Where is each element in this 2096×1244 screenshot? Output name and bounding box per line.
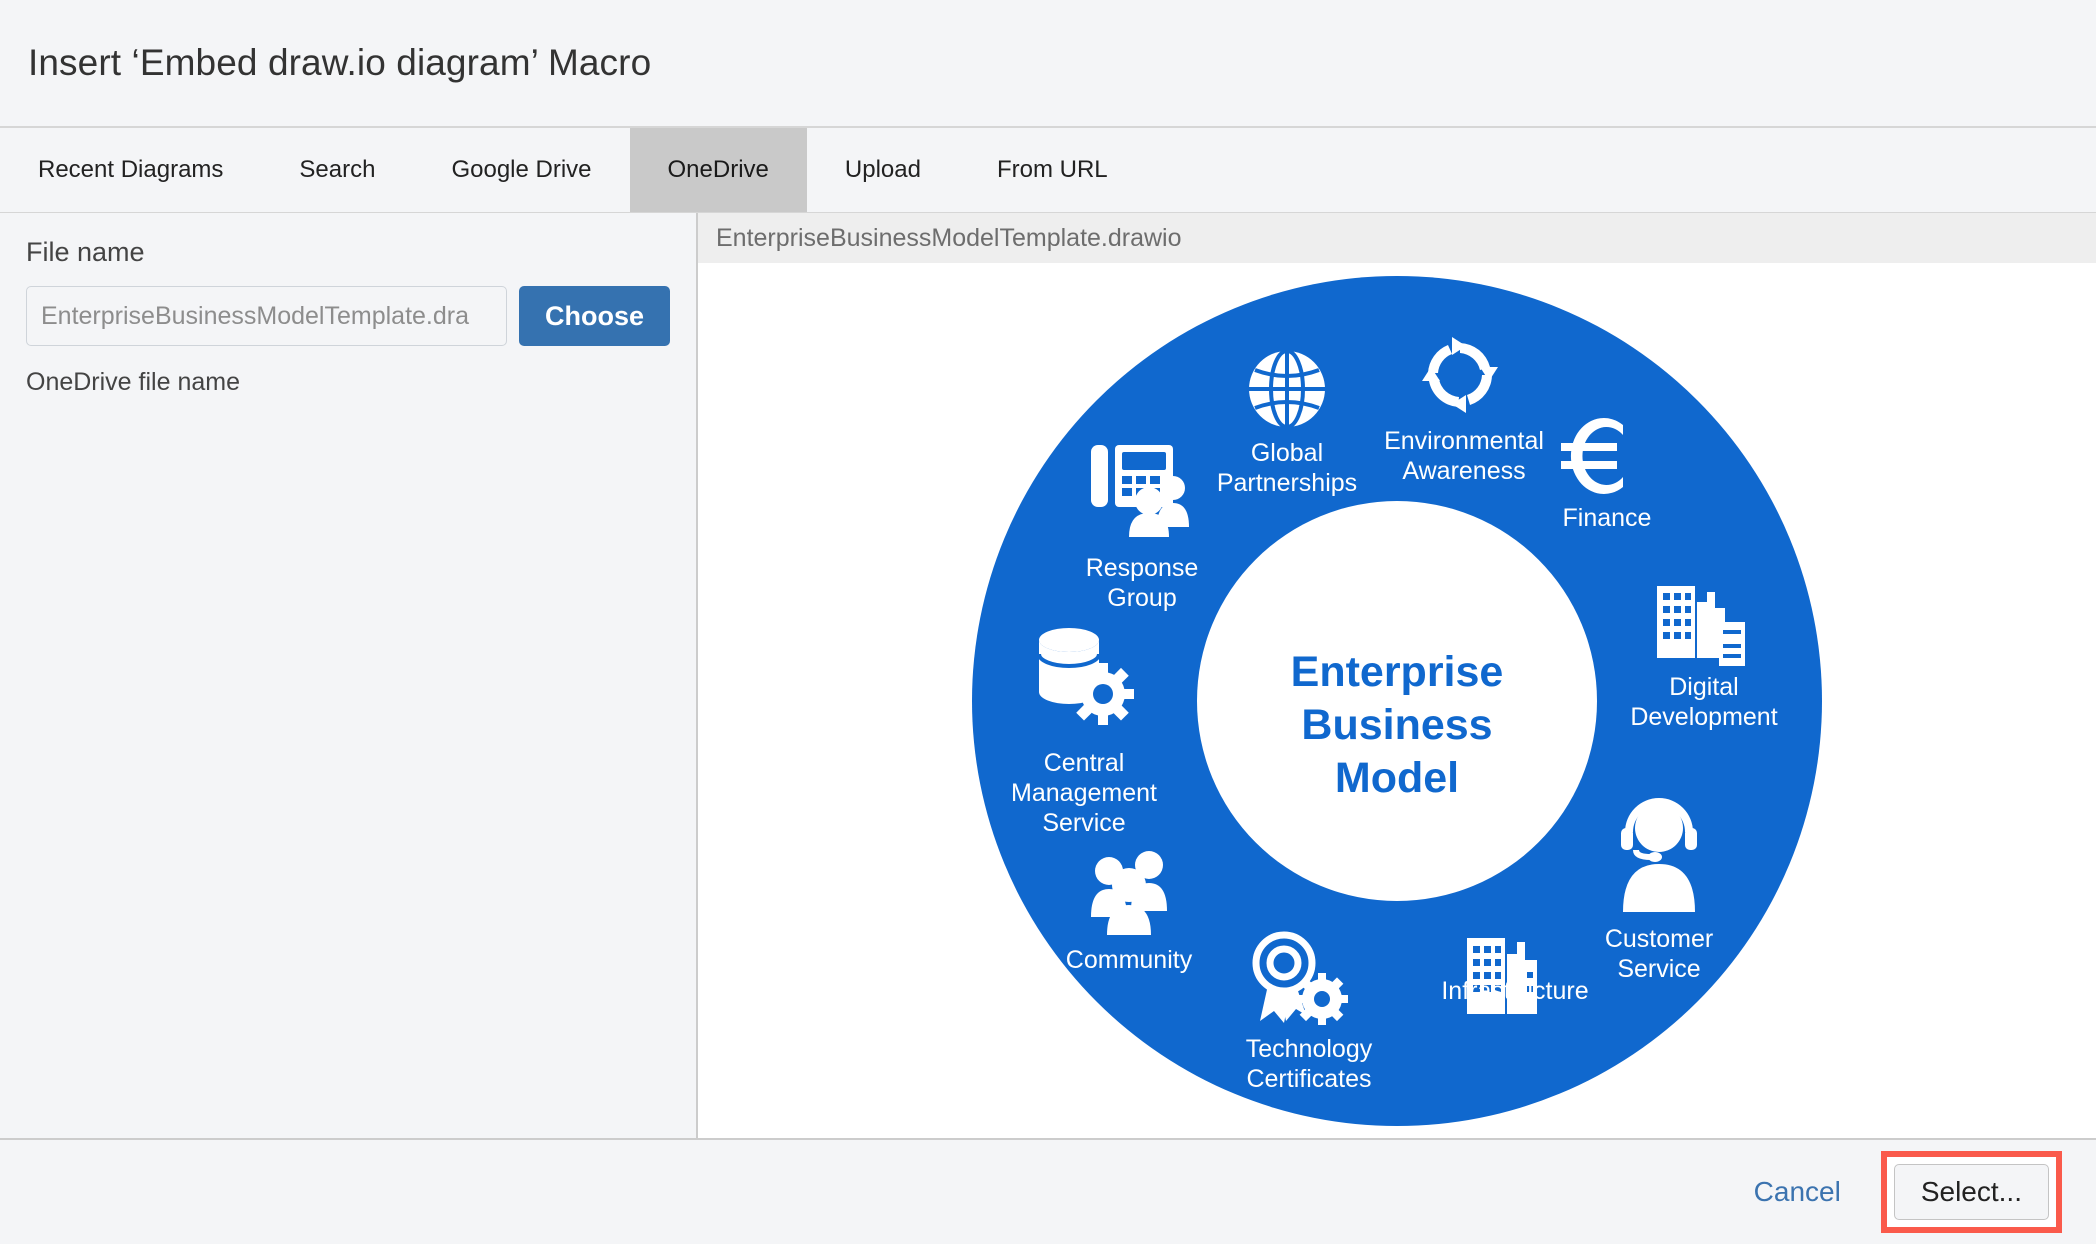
- label-finance: Finance: [1563, 504, 1652, 532]
- dialog-body: File name Choose OneDrive file name Ente…: [0, 212, 2096, 1140]
- tab-from-url[interactable]: From URL: [959, 128, 1146, 212]
- label-central-1: Central: [1044, 749, 1125, 777]
- select-button-highlight: Select...: [1880, 1151, 2062, 1233]
- enterprise-business-model-donut: Enterprise Business Model Global Partner…: [967, 270, 1827, 1131]
- file-name-label: File name: [26, 237, 145, 267]
- preview-filename: EnterpriseBusinessModelTemplate.drawio: [716, 223, 1182, 252]
- label-response-1: Response: [1086, 554, 1199, 582]
- select-button[interactable]: Select...: [1893, 1164, 2049, 1220]
- label-response-2: Group: [1107, 584, 1176, 612]
- cancel-button[interactable]: Cancel: [1748, 1175, 1847, 1209]
- macro-dialog: Insert ‘Embed draw.io diagram’ Macro Rec…: [0, 0, 2096, 1244]
- label-customer-2: Service: [1617, 955, 1700, 983]
- label-central-2: Management: [1011, 779, 1157, 807]
- label-central-3: Service: [1042, 809, 1125, 837]
- preview-panel: EnterpriseBusinessModelTemplate.drawio E…: [698, 213, 2096, 1140]
- center-line-2: Business: [1301, 701, 1492, 749]
- tab-recent-diagrams[interactable]: Recent Diagrams: [0, 128, 261, 212]
- tab-google-drive[interactable]: Google Drive: [413, 128, 629, 212]
- dialog-titlebar: Insert ‘Embed draw.io diagram’ Macro: [0, 0, 2096, 128]
- label-community: Community: [1066, 946, 1193, 974]
- label-customer-1: Customer: [1605, 925, 1713, 953]
- label-global-partnerships-1: Global: [1251, 439, 1323, 467]
- preview-filename-bar: EnterpriseBusinessModelTemplate.drawio: [698, 213, 2096, 263]
- label-global-partnerships-2: Partnerships: [1217, 469, 1357, 497]
- label-environmental-1: Environmental: [1384, 427, 1544, 455]
- label-digital-1: Digital: [1669, 673, 1738, 701]
- file-name-input[interactable]: [26, 286, 507, 346]
- file-name-hint: OneDrive file name: [26, 368, 240, 396]
- dialog-footer: Cancel Select...: [0, 1140, 2096, 1244]
- label-technology-1: Technology: [1246, 1035, 1373, 1063]
- label-digital-2: Development: [1630, 703, 1777, 731]
- label-environmental-2: Awareness: [1402, 457, 1525, 485]
- center-line-1: Enterprise: [1291, 648, 1504, 696]
- diagram-wrapper: Enterprise Business Model Global Partner…: [698, 263, 2096, 1138]
- center-line-3: Model: [1335, 754, 1459, 802]
- tab-upload[interactable]: Upload: [807, 128, 959, 212]
- label-technology-2: Certificates: [1246, 1065, 1371, 1093]
- file-name-row: Choose: [26, 286, 670, 346]
- tab-onedrive[interactable]: OneDrive: [629, 128, 807, 212]
- globe-icon: [1249, 348, 1325, 429]
- tab-search[interactable]: Search: [261, 128, 413, 212]
- file-name-panel: File name Choose OneDrive file name: [0, 213, 698, 1140]
- label-infrastructure: Infrastructure: [1441, 977, 1588, 1005]
- diagram-preview-canvas[interactable]: Enterprise Business Model Global Partner…: [698, 263, 2096, 1138]
- tab-bar: Recent Diagrams Search Google Drive OneD…: [0, 128, 2096, 212]
- page-title: Insert ‘Embed draw.io diagram’ Macro: [28, 42, 652, 83]
- choose-button[interactable]: Choose: [518, 286, 670, 346]
